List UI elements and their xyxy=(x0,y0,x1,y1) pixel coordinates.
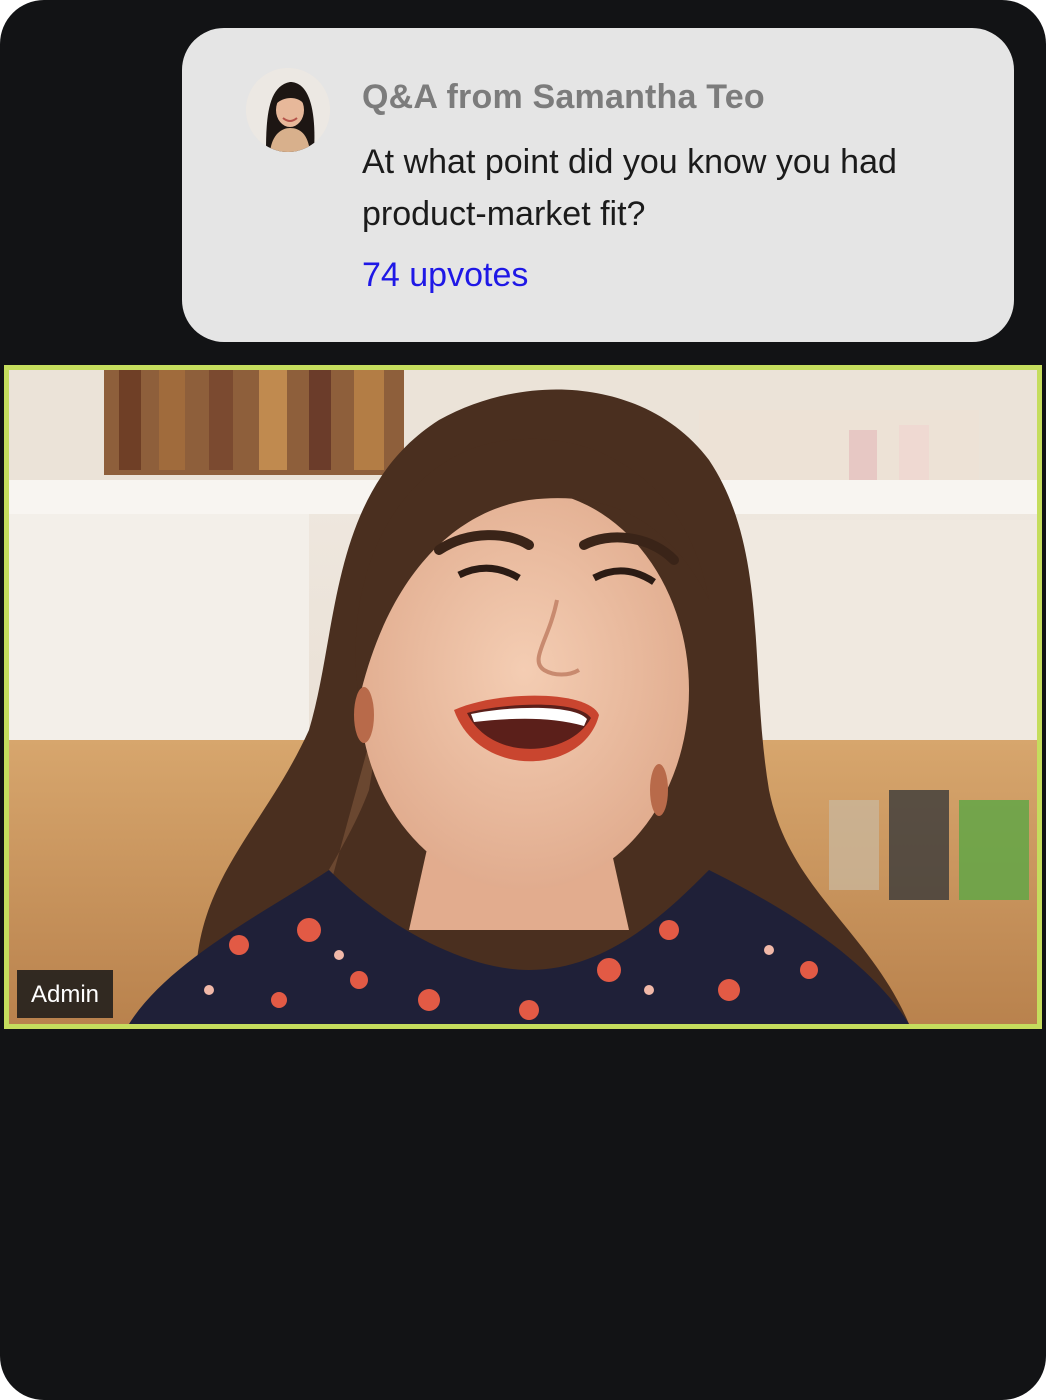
upvotes-link[interactable]: 74 upvotes xyxy=(362,256,528,295)
qa-question-text: At what point did you know you had produ… xyxy=(362,143,897,233)
qa-title: Q&A from Samantha Teo xyxy=(362,78,765,116)
meeting-window: Q&A from Samantha Teo At what point did … xyxy=(0,0,1046,1400)
user-avatar-photo-icon xyxy=(246,68,330,152)
participant-video-tile[interactable]: Admin xyxy=(4,365,1042,1029)
participant-name-label: Admin xyxy=(17,970,114,1018)
participant-video-feed xyxy=(9,370,1037,1024)
qa-notification-card[interactable]: Q&A from Samantha Teo At what point did … xyxy=(182,28,1014,342)
